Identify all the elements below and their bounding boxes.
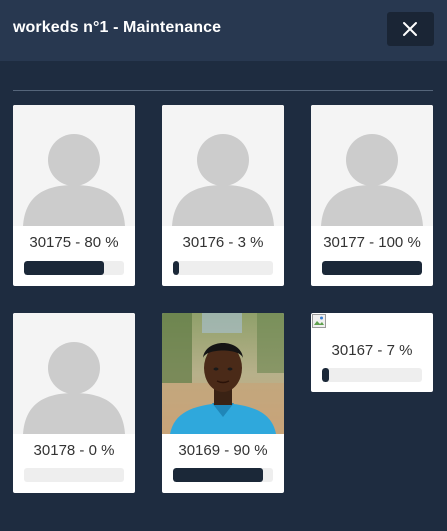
- broken-image-icon: [312, 314, 326, 328]
- divider: [13, 90, 433, 91]
- modal-header: workeds n°1 - Maintenance: [0, 0, 447, 61]
- close-icon: [403, 22, 417, 36]
- worker-photo: [13, 313, 135, 434]
- progress-fill: [322, 261, 422, 275]
- default-avatar-icon: [172, 134, 274, 226]
- default-avatar-icon: [321, 134, 423, 226]
- progress-fill: [24, 261, 104, 275]
- worker-card[interactable]: 30175 - 80 %: [13, 105, 135, 286]
- worker-photo: [162, 105, 284, 226]
- worker-card[interactable]: 30169 - 90 %: [162, 313, 284, 493]
- progress-bar: [24, 468, 124, 482]
- progress-fill: [173, 468, 263, 482]
- worker-label: 30175 - 80 %: [29, 234, 119, 251]
- worker-label: 30177 - 100 %: [323, 234, 421, 251]
- person-photo: [162, 313, 284, 434]
- worker-label: 30169 - 90 %: [178, 442, 268, 459]
- worker-label: 30176 - 3 %: [182, 234, 264, 251]
- progress-fill: [173, 261, 179, 275]
- worker-label: 30167 - 7 %: [331, 342, 413, 359]
- worker-card[interactable]: 30176 - 3 %: [162, 105, 284, 286]
- worker-label: 30178 - 0 %: [33, 442, 115, 459]
- worker-photo: [162, 313, 284, 434]
- worker-photo: [13, 105, 135, 226]
- progress-fill: [322, 368, 329, 382]
- default-avatar-icon: [23, 342, 125, 434]
- progress-bar: [322, 261, 422, 275]
- progress-bar: [322, 368, 422, 382]
- modal-title: workeds n°1 - Maintenance: [13, 19, 222, 36]
- progress-bar: [173, 261, 273, 275]
- default-avatar-icon: [23, 134, 125, 226]
- worker-photo: [311, 105, 433, 226]
- worker-card[interactable]: 30178 - 0 %: [13, 313, 135, 493]
- worker-card[interactable]: 30177 - 100 %: [311, 105, 433, 286]
- close-button[interactable]: [387, 12, 434, 46]
- progress-bar: [24, 261, 124, 275]
- progress-bar: [173, 468, 273, 482]
- worker-card[interactable]: 30167 - 7 %: [311, 313, 433, 392]
